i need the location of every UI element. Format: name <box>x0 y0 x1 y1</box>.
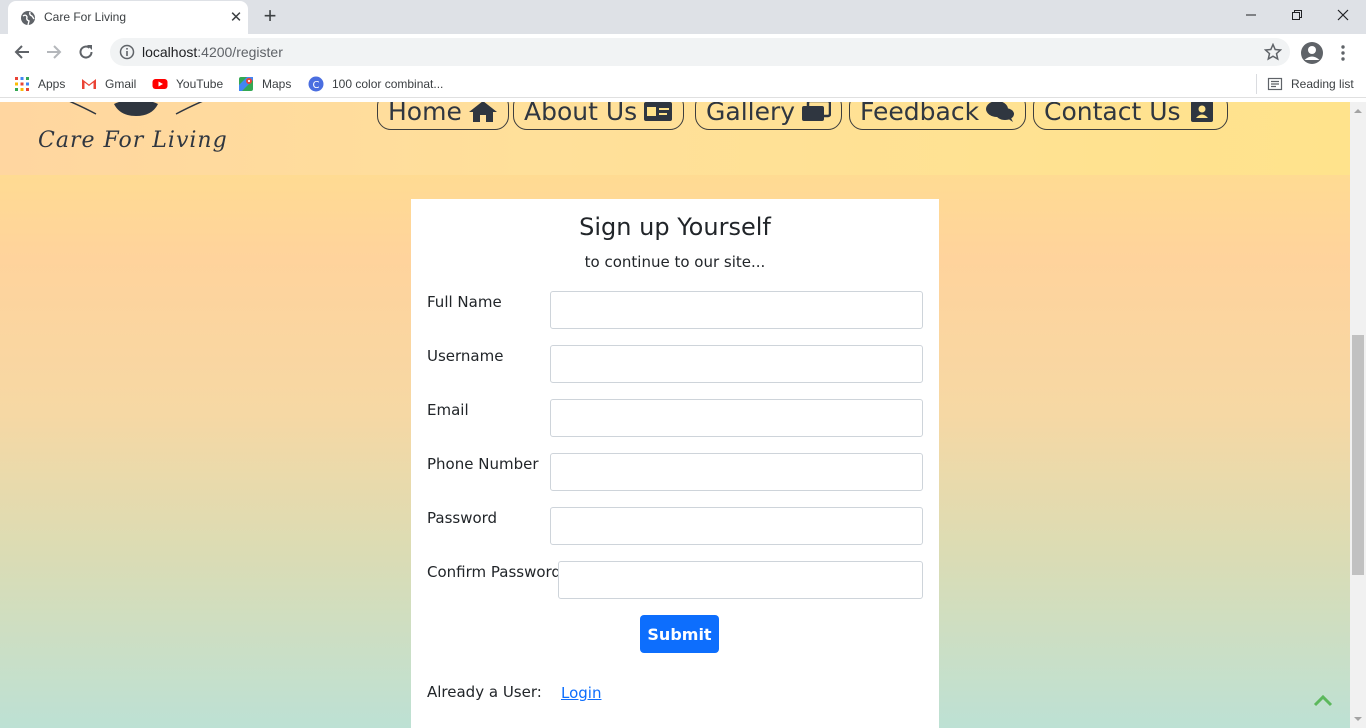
confirm-password-label: Confirm Password <box>427 563 561 581</box>
close-window-button[interactable] <box>1320 0 1366 30</box>
reading-list-icon <box>1267 77 1283 91</box>
tab-title: Care For Living <box>44 10 127 24</box>
url-text: localhost:4200/register <box>142 44 283 60</box>
bookmark-label: 100 color combinat... <box>332 77 444 91</box>
nav-about-link[interactable]: About Us <box>513 102 685 130</box>
bookmark-label: Apps <box>38 77 66 91</box>
url-host: localhost <box>142 44 198 60</box>
images-icon <box>802 102 832 121</box>
nav-label: Contact Us <box>1044 102 1181 126</box>
phone-number-label: Phone Number <box>427 455 539 473</box>
home-icon <box>468 102 497 122</box>
globe-icon <box>21 11 35 26</box>
form-subtitle: to continue to our site... <box>584 253 766 271</box>
nav-home-link[interactable]: Home <box>377 102 509 130</box>
form-title: Sign up Yourself <box>579 213 771 241</box>
scroll-down-arrow-icon[interactable] <box>1350 712 1366 726</box>
restore-icon <box>1292 10 1302 20</box>
username-input[interactable] <box>550 345 923 383</box>
reload-icon <box>79 45 93 59</box>
svg-text:C: C <box>313 80 320 91</box>
maps-icon <box>239 77 253 91</box>
bookmark-label: Gmail <box>105 77 137 91</box>
reading-list-label: Reading list <box>1291 77 1354 91</box>
password-label: Password <box>427 509 498 527</box>
browser-tab[interactable]: Care For Living ✕ <box>8 1 248 34</box>
id-card-icon <box>644 102 673 121</box>
meditation-logo-icon <box>69 102 203 116</box>
youtube-icon <box>152 79 168 89</box>
browser-toolbar: localhost:4200/register <box>0 34 1366 70</box>
reading-list-button[interactable]: Reading list <box>1267 76 1354 92</box>
close-tab-icon[interactable]: ✕ <box>226 7 246 27</box>
login-link[interactable]: Login <box>561 684 601 702</box>
nav-contact-link[interactable]: Contact Us <box>1033 102 1228 130</box>
more-vertical-icon[interactable] <box>1336 41 1350 65</box>
phone-number-input[interactable] <box>550 453 923 491</box>
back-button[interactable] <box>9 39 35 65</box>
close-icon <box>1337 9 1349 21</box>
nav-label: Home <box>388 102 462 126</box>
profile-avatar-icon[interactable] <box>1300 41 1324 65</box>
nav-gallery-link[interactable]: Gallery <box>695 102 843 130</box>
bookmark-label: Maps <box>262 77 292 91</box>
bookmark-site-icon: C <box>308 76 324 92</box>
star-icon[interactable] <box>1264 43 1282 61</box>
register-card: Sign up Yourself to continue to our site… <box>411 199 939 728</box>
new-tab-button[interactable]: + <box>258 5 282 29</box>
arrow-left-icon <box>14 45 29 59</box>
gmail-icon <box>82 79 96 89</box>
bookmark-label: YouTube <box>176 77 224 91</box>
apps-grid-icon <box>15 77 29 91</box>
reload-button[interactable] <box>73 39 99 65</box>
bookmark-youtube[interactable]: YouTube <box>152 76 223 92</box>
address-bar[interactable]: localhost:4200/register <box>110 38 1290 66</box>
minimize-icon <box>1246 14 1256 16</box>
email-input[interactable] <box>550 399 923 437</box>
url-path: :4200/register <box>197 44 283 60</box>
bookmarks-bar: Apps Gmail YouTube Maps C 100 color combi… <box>0 70 1366 98</box>
restore-button[interactable] <box>1274 0 1320 30</box>
email-label: Email <box>427 401 469 419</box>
already-user-text: Already a User: <box>427 683 542 701</box>
minimize-button[interactable] <box>1228 0 1274 30</box>
nav-label: Gallery <box>706 102 796 126</box>
nav-label: About Us <box>524 102 638 126</box>
bookmark-color-combinations[interactable]: C 100 color combinat... <box>308 76 443 92</box>
browser-tab-strip: Care For Living ✕ + <box>0 0 1366 34</box>
password-input[interactable] <box>550 507 923 545</box>
bookmark-maps[interactable]: Maps <box>238 76 291 92</box>
scroll-up-arrow-icon[interactable] <box>1350 104 1366 118</box>
bookmark-gmail[interactable]: Gmail <box>81 76 136 92</box>
contact-book-icon <box>1190 102 1213 122</box>
page-viewport: Care For Living Home About Us Gallery Fe… <box>0 102 1350 728</box>
full-name-input[interactable] <box>550 291 923 329</box>
username-label: Username <box>427 347 504 365</box>
chevron-up-icon[interactable] <box>1312 692 1334 708</box>
comments-icon <box>986 102 1015 122</box>
confirm-password-input[interactable] <box>558 561 923 599</box>
submit-button[interactable]: Submit <box>640 615 719 653</box>
nav-feedback-link[interactable]: Feedback <box>849 102 1027 130</box>
nav-label: Feedback <box>860 102 980 126</box>
site-logo-text[interactable]: Care For Living <box>38 128 228 153</box>
scrollbar-thumb[interactable] <box>1352 335 1364 575</box>
bookmarks-divider <box>1256 74 1257 94</box>
info-icon[interactable] <box>119 44 135 60</box>
arrow-right-icon <box>47 45 62 59</box>
full-name-label: Full Name <box>427 293 502 311</box>
site-header: Care For Living Home About Us Gallery Fe… <box>0 102 1350 175</box>
forward-button[interactable] <box>41 39 67 65</box>
bookmark-apps[interactable]: Apps <box>14 76 65 92</box>
page-scrollbar[interactable] <box>1350 102 1366 728</box>
